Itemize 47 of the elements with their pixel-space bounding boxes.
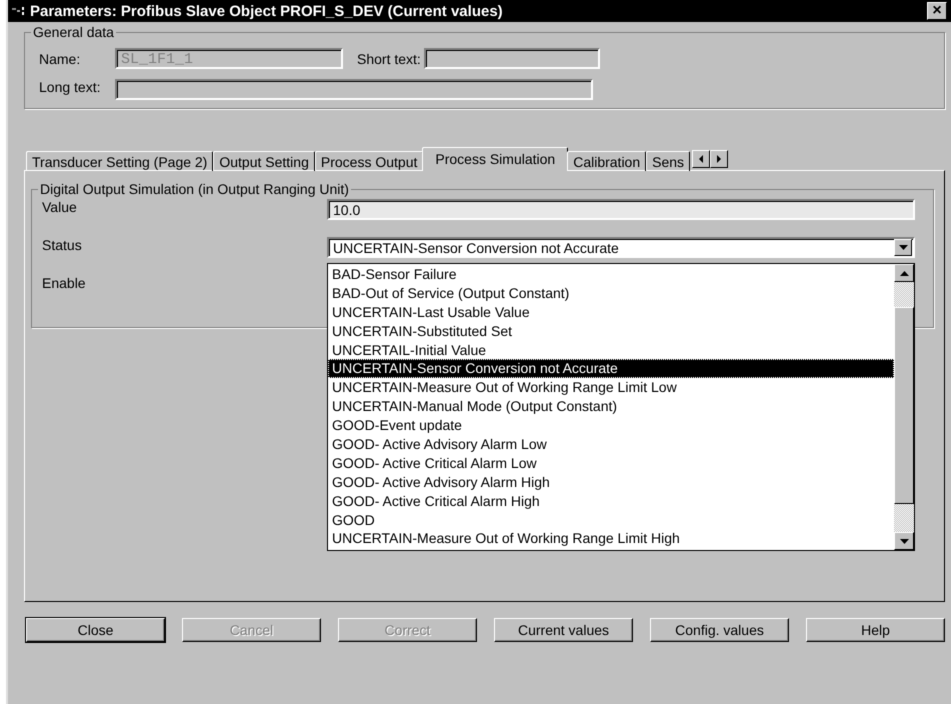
short-text-field[interactable] [424, 48, 600, 69]
list-option[interactable]: UNCERTAIN-Measure Out of Working Range Limit High [328, 529, 894, 548]
list-option[interactable]: GOOD- Active Critical Alarm Low [328, 454, 894, 473]
dialog-button[interactable]: Current values [494, 618, 633, 642]
tab[interactable]: Process Simulation [422, 147, 568, 171]
list-option[interactable]: GOOD- Active Critical Alarm High [328, 492, 894, 511]
tab[interactable]: Output Setting [213, 151, 315, 171]
app-icon [12, 6, 26, 16]
dialog-button[interactable]: Help [806, 618, 945, 642]
group-title: Digital Output Simulation (in Output Ranging Unit) [39, 181, 350, 197]
list-option[interactable]: BAD-Out of Service (Output Constant) [328, 284, 894, 303]
up-arrow-icon [900, 270, 908, 276]
field-label: Short text: [357, 50, 421, 66]
list-option[interactable]: UNCERTAIN-Manual Mode (Output Constant) [328, 397, 894, 416]
field-label: Name: [39, 50, 82, 66]
long-text-field[interactable] [115, 79, 593, 100]
status-dropdown[interactable]: UNCERTAIN-Sensor Conversion not Accurate [327, 237, 915, 258]
list-option[interactable]: GOOD [328, 510, 894, 530]
right-arrow-icon [716, 155, 722, 163]
field-label: Long text: [39, 78, 102, 94]
down-arrow-icon [900, 538, 908, 544]
group-title: General data [32, 24, 115, 40]
tab[interactable]: Transducer Setting (Page 2) [26, 151, 214, 171]
tab[interactable]: Sens [646, 151, 690, 171]
dialog-button[interactable]: Close [26, 618, 165, 642]
list-option[interactable]: UNCERTAIL-Initial Value [328, 340, 894, 360]
window-title: Parameters: Profibus Slave Object PROFI_S_DEV (Current values) [30, 2, 504, 20]
scrollbar-thumb[interactable] [894, 307, 914, 504]
field-label: Enable [42, 275, 87, 291]
tab[interactable]: Calibration [567, 151, 646, 171]
value-field[interactable]: 10.0 [327, 199, 915, 220]
list-option[interactable]: UNCERTAIN-Measure Out of Working Range Limit Low [328, 378, 894, 398]
scroll-left-button[interactable] [692, 150, 710, 168]
list-option[interactable]: UNCERTAIN-Substituted Set [328, 322, 894, 341]
list-option[interactable]: UNCERTAIN-Sensor Conversion not Accurate [328, 359, 894, 378]
left-arrow-icon [698, 155, 704, 163]
list-option[interactable]: BAD-Sensor Failure [328, 265, 894, 284]
list-option[interactable]: GOOD- Active Advisory Alarm High [328, 472, 894, 492]
list-option[interactable]: UNCERTAIN-Last Usable Value [328, 302, 894, 322]
field-label: Status [42, 237, 83, 253]
list-option[interactable]: GOOD-Event update [328, 416, 894, 436]
close-button[interactable]: × [927, 2, 947, 20]
list-option[interactable]: GOOD- Active Advisory Alarm Low [328, 435, 894, 454]
scrollbar[interactable] [894, 264, 914, 550]
dialog-button[interactable]: Config. values [650, 618, 789, 642]
scroll-right-button[interactable] [710, 150, 728, 168]
field-label: Value [42, 199, 78, 215]
